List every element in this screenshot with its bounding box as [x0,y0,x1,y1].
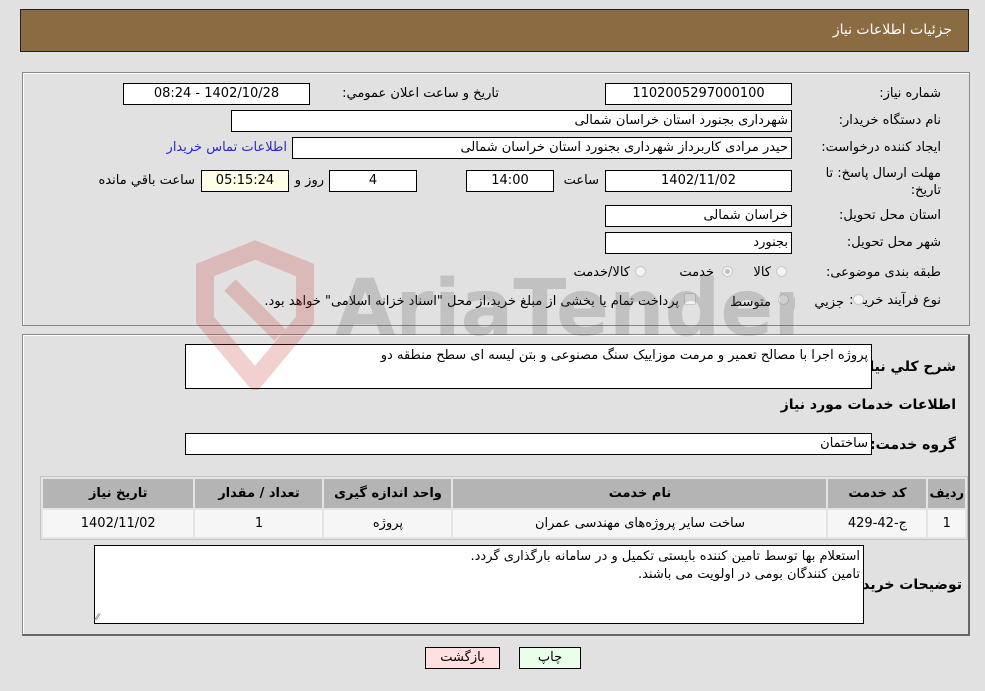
page-header: جزئیات اطلاعات نیاز [20,9,969,52]
province-label: استان محل تحويل: [839,208,941,223]
remaining-time-label: ساعت باقي مانده [98,173,195,188]
deadline-date-field: 1402/11/02 [605,170,792,192]
buyer-notes-wrapper: استعلام بها توسط تامین کننده بایستی تکمی… [94,545,864,624]
category-option-goods: کالا [753,265,771,280]
city-label: شهر محل تحويل: [846,235,941,250]
column-header-quantity: تعداد / مقدار [195,479,323,508]
services-table-header: رديف کد خدمت نام خدمت واحد اندازه گيری ت… [43,479,965,508]
service-group-field: ساختمان [185,433,872,455]
deadline-label: مهلت ارسال پاسخ: تا تاريخ: [825,166,941,198]
buyer-org-label: نام دستگاه خريدار: [838,113,941,128]
creator-label: ايجاد کننده درخواست: [821,140,941,155]
table-row: 1 ج-42-429 ساخت سایر پروژه‌های مهندسی عم… [43,510,965,537]
days-label: روز و [294,173,324,188]
service-group-label: گروه خدمت: [870,437,956,453]
column-header-need-date: تاريخ نياز [43,479,194,508]
need-number-label: شماره نیاز: [879,86,941,101]
buyer-notes-textarea[interactable]: استعلام بها توسط تامین کننده بایستی تکمی… [94,545,864,624]
purchase-radio-medium[interactable] [778,294,789,305]
deadline-time-field: 14:00 [466,170,554,192]
purchase-option-medium: متوسط [730,295,771,310]
category-label: طبقه بندی موضوعی: [825,265,941,280]
print-button[interactable]: چاپ [519,647,581,669]
services-section-title: اطلاعات خدمات مورد نياز [780,397,956,413]
need-number-field: 1102005297000100 [605,83,792,105]
cell-service-name: ساخت سایر پروژه‌های مهندسی عمران [453,510,827,537]
resize-grip-icon[interactable]: ⁄⁄ [96,613,99,623]
cell-quantity: 1 [195,510,323,537]
column-header-row-number: رديف [928,479,965,508]
description-textarea[interactable]: پروژه اجرا با مصالح تعمیر و مرمت موزاییک… [185,344,872,389]
payment-note: پرداخت تمام يا بخشی از مبلغ خريد،از محل … [264,294,679,309]
cell-unit: پروژه [324,510,452,537]
column-header-service-code: کد خدمت [828,479,927,508]
services-table: رديف کد خدمت نام خدمت واحد اندازه گيری ت… [40,476,968,540]
announce-date-field: 1402/10/28 - 08:24 [123,83,310,105]
remaining-time-field: 05:15:24 [201,170,289,192]
deadline-time-label: ساعت [563,173,599,188]
creator-field: حیدر مرادی کاربرداز شهرداری بجنورد استان… [292,137,792,159]
buyer-org-field: شهرداری بجنورد استان خراسان شمالی [231,110,792,132]
days-remaining-field: 4 [329,170,417,192]
category-radio-service[interactable] [722,266,733,277]
city-field: بجنورد [605,232,792,254]
cell-service-code: ج-42-429 [828,510,927,537]
category-radio-goods[interactable] [776,266,787,277]
page-title: جزئیات اطلاعات نیاز [832,22,952,38]
need-description-panel: شرح کلي نياز: پروژه اجرا با مصالح تعمیر … [22,334,970,636]
purchase-option-minor: جزيي [814,295,844,310]
purchase-radio-minor[interactable] [853,294,864,305]
category-radio-goods-service[interactable] [635,266,646,277]
column-header-service-name: نام خدمت [453,479,827,508]
category-option-goods-service: کالا/خدمت [573,265,630,280]
need-details-panel: شماره نیاز: 1102005297000100 تاريخ و ساع… [22,72,970,326]
column-header-unit: واحد اندازه گيری [324,479,452,508]
cell-row-number: 1 [928,510,965,537]
cell-need-date: 1402/11/02 [43,510,194,537]
announce-date-label: تاريخ و ساعت اعلان عمومي: [342,86,499,101]
back-button[interactable]: بازگشت [425,647,500,669]
category-option-service: خدمت [679,265,714,280]
buyer-contact-link[interactable]: اطلاعات تماس خريدار [167,140,287,155]
treasury-payment-checkbox[interactable] [684,293,696,305]
province-field: خراسان شمالی [605,205,792,227]
